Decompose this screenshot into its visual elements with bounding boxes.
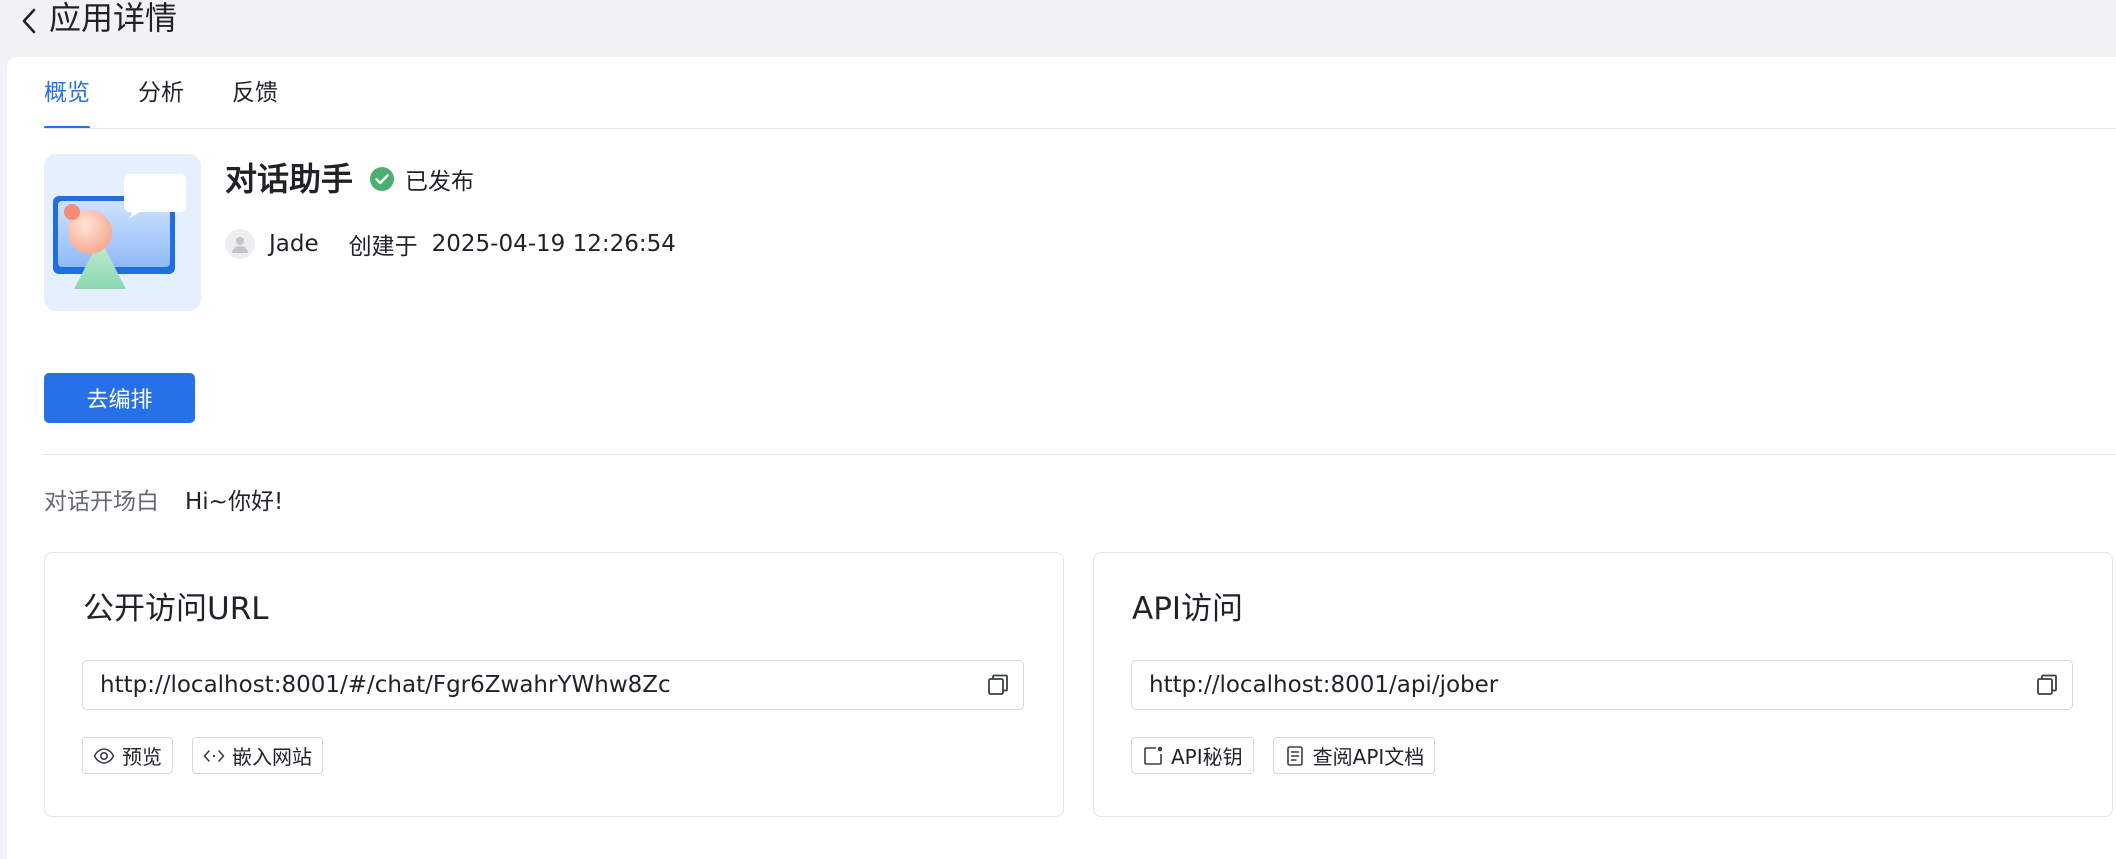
api-key-button[interactable]: API秘钥 [1131, 737, 1254, 774]
api-key-label: API秘钥 [1171, 745, 1243, 769]
public-access-actions: 预览 嵌入网站 [82, 737, 342, 774]
public-access-panel: 公开访问URL http://localhost:8001/#/chat/Fgr… [44, 552, 1064, 817]
created-label: 创建于 [348, 234, 418, 260]
api-access-actions: API秘钥 查阅API文档 [1131, 737, 1454, 774]
key-icon [1142, 745, 1164, 767]
public-url-field[interactable]: http://localhost:8001/#/chat/Fgr6ZwahrYW… [82, 660, 1024, 710]
document-icon [1284, 745, 1306, 767]
public-url-text: http://localhost:8001/#/chat/Fgr6ZwahrYW… [100, 672, 671, 698]
back-arrow-icon[interactable] [12, 4, 46, 38]
top-bar: 应用详情 [0, 0, 2116, 56]
author-name: Jade [269, 231, 319, 257]
tab-bar: 概览 分析 反馈 [44, 57, 326, 129]
app-name: 对话助手 [225, 160, 354, 198]
greeting-label: 对话开场白 [44, 489, 159, 515]
eye-icon [93, 745, 115, 767]
public-access-title: 公开访问URL [83, 591, 269, 627]
api-docs-label: 查阅API文档 [1312, 745, 1425, 769]
check-circle-icon [370, 167, 394, 191]
app-detail-card: 概览 分析 反馈 对话助手 已发布 Jade 创建于 2025-04-19 12… [7, 57, 2116, 859]
avatar [225, 229, 255, 259]
tab-analysis[interactable]: 分析 [138, 57, 184, 129]
embed-website-button[interactable]: 嵌入网站 [192, 737, 323, 774]
copy-icon[interactable] [973, 661, 1023, 709]
edit-orchestration-button[interactable]: 去编排 [44, 373, 195, 423]
api-access-panel: API访问 http://localhost:8001/api/jober AP… [1093, 552, 2113, 817]
embed-website-label: 嵌入网站 [232, 745, 312, 769]
user-icon [232, 237, 248, 253]
tab-feedback[interactable]: 反馈 [232, 57, 278, 129]
app-icon [44, 154, 201, 311]
preview-button[interactable]: 预览 [82, 737, 173, 774]
tab-overview[interactable]: 概览 [44, 57, 90, 129]
preview-label: 预览 [122, 745, 162, 769]
status-badge: 已发布 [369, 163, 474, 195]
copy-icon[interactable] [2022, 661, 2072, 709]
api-docs-button[interactable]: 查阅API文档 [1272, 737, 1436, 774]
created-time: 2025-04-19 12:26:54 [431, 231, 676, 257]
page-title: 应用详情 [49, 0, 178, 37]
api-url-field[interactable]: http://localhost:8001/api/jober [1131, 660, 2073, 710]
app-meta: Jade 创建于 2025-04-19 12:26:54 [225, 227, 676, 261]
code-icon [203, 745, 225, 767]
tabs-divider [44, 128, 2116, 129]
status-text: 已发布 [405, 169, 474, 195]
api-access-title: API访问 [1132, 591, 1244, 627]
section-divider [44, 454, 2116, 455]
greeting-value: Hi~你好! [185, 489, 284, 515]
api-url-text: http://localhost:8001/api/jober [1149, 672, 1499, 698]
